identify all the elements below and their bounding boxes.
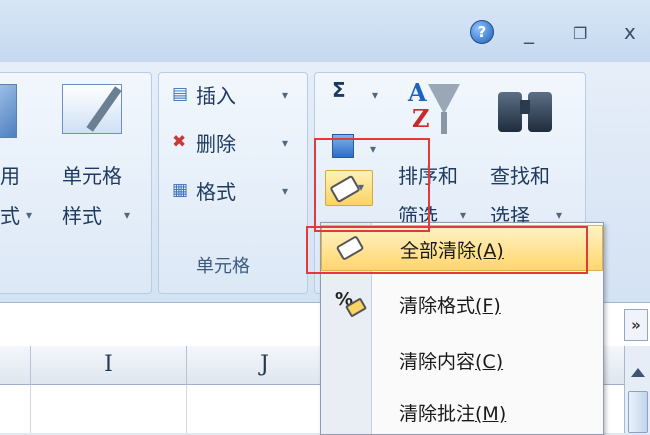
chevron-down-icon[interactable]: ▾ <box>282 184 288 198</box>
cell-styles-label-1[interactable]: 单元格 <box>62 160 122 189</box>
insert-icon: ▤ <box>172 84 189 104</box>
menu-item-clear-comments[interactable]: 清除批注(M) <box>321 389 603 435</box>
insert-button[interactable]: 插入 <box>196 80 236 109</box>
chevron-down-icon[interactable]: ▾ <box>372 88 378 102</box>
column-header-i[interactable]: I <box>31 346 187 385</box>
title-bar: ? _ ❐ x <box>0 0 650 62</box>
delete-button[interactable]: 删除 <box>196 128 236 157</box>
grid-cell[interactable] <box>31 385 187 433</box>
menu-item-accel: (F) <box>475 295 501 317</box>
annotation-box-clear-all <box>306 226 588 274</box>
close-button[interactable]: x <box>624 20 636 44</box>
menu-item-clear-formats[interactable]: % 清除格式(F) <box>321 281 603 327</box>
format-icon: ▦ <box>172 180 189 200</box>
restore-button[interactable]: ❐ <box>573 24 587 43</box>
format-table-icon <box>0 84 17 138</box>
find-select-label-1[interactable]: 查找和 <box>490 160 550 189</box>
scroll-up-arrow-icon[interactable] <box>631 368 645 377</box>
column-header[interactable] <box>0 346 31 385</box>
format-button[interactable]: 格式 <box>196 176 236 205</box>
minimize-button[interactable]: _ <box>524 20 534 44</box>
menu-item-accel: (C) <box>475 351 504 373</box>
expand-formula-button[interactable]: » <box>624 309 648 341</box>
vertical-scrollbar[interactable] <box>624 346 650 433</box>
chevron-down-icon[interactable]: ▾ <box>556 208 562 222</box>
chevron-down-icon[interactable]: ▾ <box>282 136 288 150</box>
format-as-table-label-2[interactable]: 式 <box>0 200 20 229</box>
binoculars-icon[interactable] <box>494 80 558 136</box>
sort-filter-icon[interactable]: A Z <box>402 78 464 134</box>
cell-styles-label-2[interactable]: 样式 <box>62 200 102 229</box>
help-icon[interactable]: ? <box>470 20 494 44</box>
cells-group-label: 单元格 <box>196 256 250 277</box>
annotation-box-clear-button <box>314 138 430 232</box>
menu-item-clear-contents[interactable]: 清除内容(C) <box>321 337 603 383</box>
menu-item-label: 清除批注 <box>399 403 476 425</box>
scroll-thumb[interactable] <box>628 391 648 433</box>
chevron-down-icon[interactable]: ▾ <box>26 208 32 222</box>
format-as-table-label-1[interactable]: 用 <box>0 160 20 189</box>
autosum-button[interactable]: Σ <box>332 78 346 102</box>
chevron-down-icon[interactable]: ▾ <box>124 208 130 222</box>
grid-cell[interactable] <box>0 385 31 433</box>
chevron-down-icon[interactable]: ▾ <box>460 208 466 222</box>
chevron-down-icon[interactable]: ▾ <box>282 88 288 102</box>
menu-item-label: 清除格式 <box>399 295 476 317</box>
menu-item-accel: (M) <box>475 403 507 425</box>
menu-item-label: 清除内容 <box>399 351 476 373</box>
delete-icon: ✖ <box>172 132 187 152</box>
